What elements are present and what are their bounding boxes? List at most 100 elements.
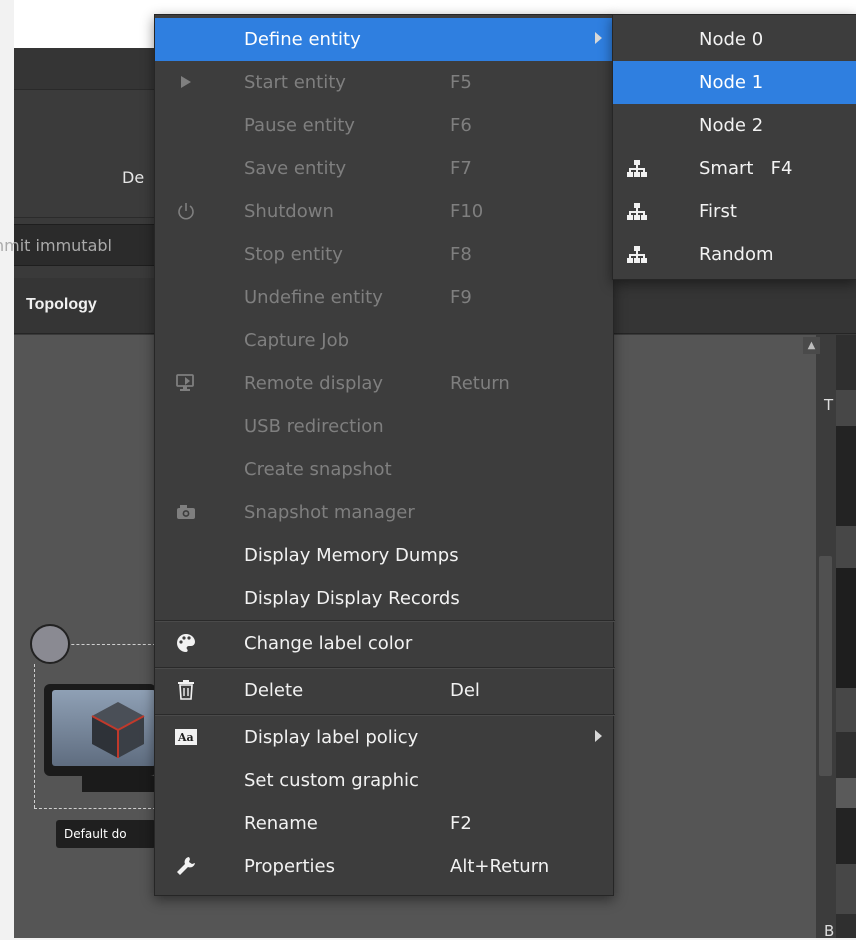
selection-border [34, 664, 35, 808]
trash-icon [173, 677, 199, 703]
right-panel-row [836, 568, 856, 688]
submenu-item-random[interactable]: Random [613, 233, 856, 276]
menu-item-label: Remote display [244, 373, 384, 394]
menu-item-label: Rename [244, 813, 318, 834]
submenu-arrow-icon [595, 730, 602, 742]
submenu-item-node-1[interactable]: Node 1 [613, 61, 856, 104]
right-panel-row [836, 426, 856, 526]
menu-item-shortcut: F6 [450, 115, 472, 136]
menu-item-label: Shutdown [244, 201, 334, 222]
right-panel-footer-text: B [824, 922, 835, 940]
submenu-item-label: Node 2 [699, 115, 764, 136]
menu-item-label: Capture Job [244, 330, 350, 351]
submenu-item-label: Smart F4 [699, 158, 793, 179]
menu-item-save-entity[interactable]: Save entity F7 [155, 147, 615, 190]
menu-item-label: Snapshot manager [244, 502, 415, 523]
menu-item-rename[interactable]: Rename F2 [155, 802, 615, 845]
submenu-item-first[interactable]: First [613, 190, 856, 233]
menu-item-label: Define entity [244, 29, 361, 50]
connection-node[interactable] [30, 624, 70, 664]
right-panel-header [836, 390, 856, 426]
menu-item-label: Display label policy [244, 727, 419, 748]
menu-item-remote-display[interactable]: Remote display Return [155, 362, 615, 405]
menu-item-label: Change label color [244, 633, 413, 654]
menu-item-shortcut: Return [450, 373, 510, 394]
hierarchy-icon [625, 243, 649, 267]
submenu-arrow-icon [595, 32, 602, 44]
context-menu: Define entity Start entity F5 Pause enti… [154, 14, 615, 896]
menu-item-shortcut: F8 [450, 244, 472, 265]
scroll-up-arrow-icon[interactable]: ▲ [803, 337, 820, 354]
menu-item-label: Display Memory Dumps [244, 545, 459, 566]
menu-item-label: Set custom graphic [244, 770, 419, 791]
menu-item-shortcut: Del [450, 680, 480, 701]
svg-text:Aa: Aa [177, 731, 194, 744]
submenu-item-label: Node 1 [699, 72, 764, 93]
menu-item-label: Display Display Records [244, 588, 460, 609]
submenu-item-label: First [699, 201, 737, 222]
right-panel-row [836, 688, 856, 732]
right-panel-header-text: T [824, 396, 834, 414]
menu-item-shortcut: F7 [450, 158, 472, 179]
menu-item-shortcut: F2 [450, 813, 472, 834]
menu-item-start-entity[interactable]: Start entity F5 [155, 61, 615, 104]
selection-border [34, 808, 156, 809]
menu-item-capture-job[interactable]: Capture Job [155, 319, 615, 362]
power-icon [173, 198, 199, 224]
submenu-item-node-2[interactable]: Node 2 [613, 104, 856, 147]
right-panel-row [836, 808, 856, 864]
menu-item-shutdown[interactable]: Shutdown F10 [155, 190, 615, 233]
menu-item-set-custom-graphic[interactable]: Set custom graphic [155, 759, 615, 802]
text-format-icon: Aa [173, 724, 199, 750]
menu-item-label: Pause entity [244, 115, 355, 136]
menu-item-properties[interactable]: Properties Alt+Return [155, 845, 615, 888]
menu-item-label: Properties [244, 856, 335, 877]
submenu-item-smart[interactable]: Smart F4 [613, 147, 856, 190]
tab-topology[interactable]: Topology [26, 296, 97, 314]
palette-icon [173, 630, 199, 656]
submenu-item-label: Node 0 [699, 29, 764, 50]
menu-item-stop-entity[interactable]: Stop entity F8 [155, 233, 615, 276]
define-entity-submenu: Node 0 Node 1 Node 2 Smart F4 First Rand… [612, 14, 856, 280]
commit-immutable-input[interactable]: nmit immutabl [0, 236, 112, 255]
menu-item-pause-entity[interactable]: Pause entity F6 [155, 104, 615, 147]
menu-item-define-entity[interactable]: Define entity [155, 18, 615, 61]
menu-item-label: Start entity [244, 72, 346, 93]
right-panel-row [836, 864, 856, 914]
menu-item-shortcut: F9 [450, 287, 472, 308]
right-panel-row [836, 526, 856, 568]
menu-item-create-snapshot[interactable]: Create snapshot [155, 448, 615, 491]
submenu-item-label: Random [699, 244, 774, 265]
menu-item-label: Create snapshot [244, 459, 392, 480]
hierarchy-icon [625, 200, 649, 224]
menu-item-label: Save entity [244, 158, 347, 179]
menu-item-shortcut: F10 [450, 201, 484, 222]
menu-item-undefine-entity[interactable]: Undefine entity F9 [155, 276, 615, 319]
remote-display-icon [173, 370, 199, 396]
camera-icon [173, 499, 199, 525]
menu-item-label: USB redirection [244, 416, 384, 437]
cube-icon [91, 702, 145, 758]
menu-item-display-label-policy[interactable]: Aa Display label policy [155, 716, 615, 759]
details-panel-label: De [122, 168, 145, 187]
menu-item-usb-redirection[interactable]: USB redirection [155, 405, 615, 448]
menu-item-display-memory-dumps[interactable]: Display Memory Dumps [155, 534, 615, 577]
menu-item-label: Undefine entity [244, 287, 383, 308]
play-icon [173, 69, 199, 95]
submenu-item-node-0[interactable]: Node 0 [613, 18, 856, 61]
wrench-icon [173, 853, 199, 879]
device-monitor-stand [82, 776, 156, 792]
hierarchy-icon [625, 157, 649, 181]
connection-line [56, 644, 156, 645]
device-label[interactable]: Default do [56, 820, 156, 848]
scrollbar-thumb[interactable] [819, 556, 832, 776]
menu-item-change-label-color[interactable]: Change label color [155, 622, 615, 665]
menu-item-shortcut: Alt+Return [450, 856, 550, 877]
menu-item-shortcut: F5 [450, 72, 472, 93]
menu-item-label: Stop entity [244, 244, 343, 265]
menu-item-display-display-records[interactable]: Display Display Records [155, 577, 615, 620]
menu-item-label: Delete [244, 680, 304, 701]
menu-item-snapshot-manager[interactable]: Snapshot manager [155, 491, 615, 534]
menu-item-delete[interactable]: Delete Del [155, 669, 615, 712]
right-panel-row [836, 778, 856, 808]
